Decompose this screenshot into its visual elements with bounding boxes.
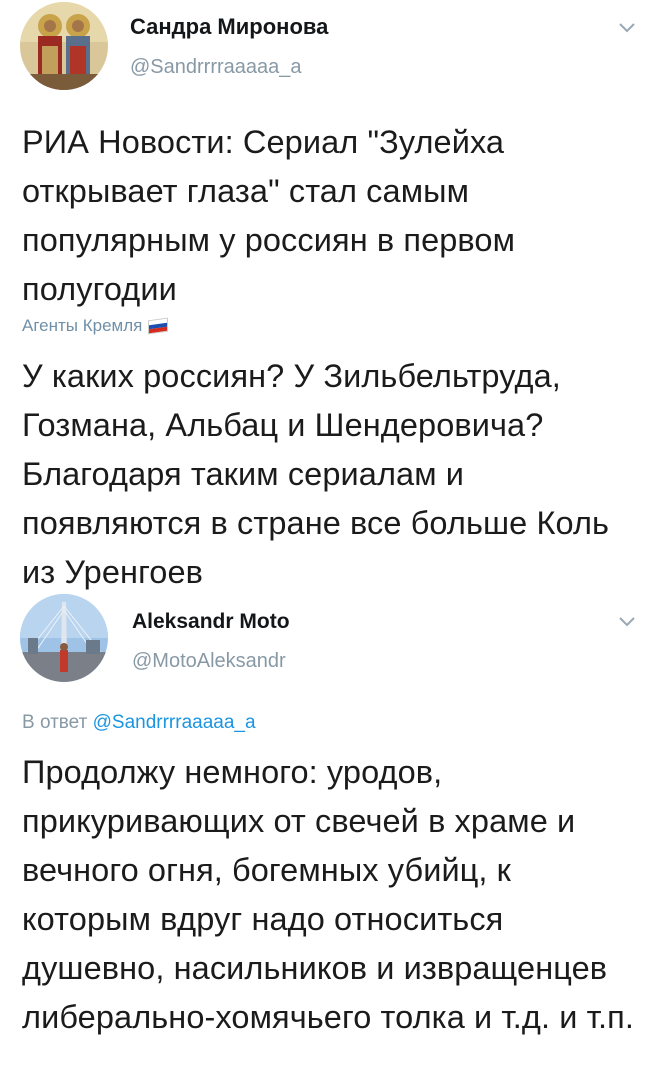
reply-prefix: В ответ: [22, 712, 88, 733]
reply-to-link[interactable]: @Sandrrrraaaaa_a: [93, 712, 256, 733]
author-handle[interactable]: @MotoAleksandr: [132, 650, 286, 673]
reply-context: В ответ @Sandrrrraaaaa_a: [22, 712, 256, 734]
chevron-down-icon[interactable]: [616, 610, 638, 632]
avatar[interactable]: [20, 594, 108, 682]
tweet-aleksandr[interactable]: Aleksandr Moto @MotoAleksandr В ответ @S…: [0, 0, 657, 1080]
author-name[interactable]: Aleksandr Moto: [132, 610, 290, 634]
tweet-text: Продолжу немного: уродов, прикуривающих …: [22, 754, 634, 1035]
bridge-photo-avatar-icon: [20, 594, 108, 682]
